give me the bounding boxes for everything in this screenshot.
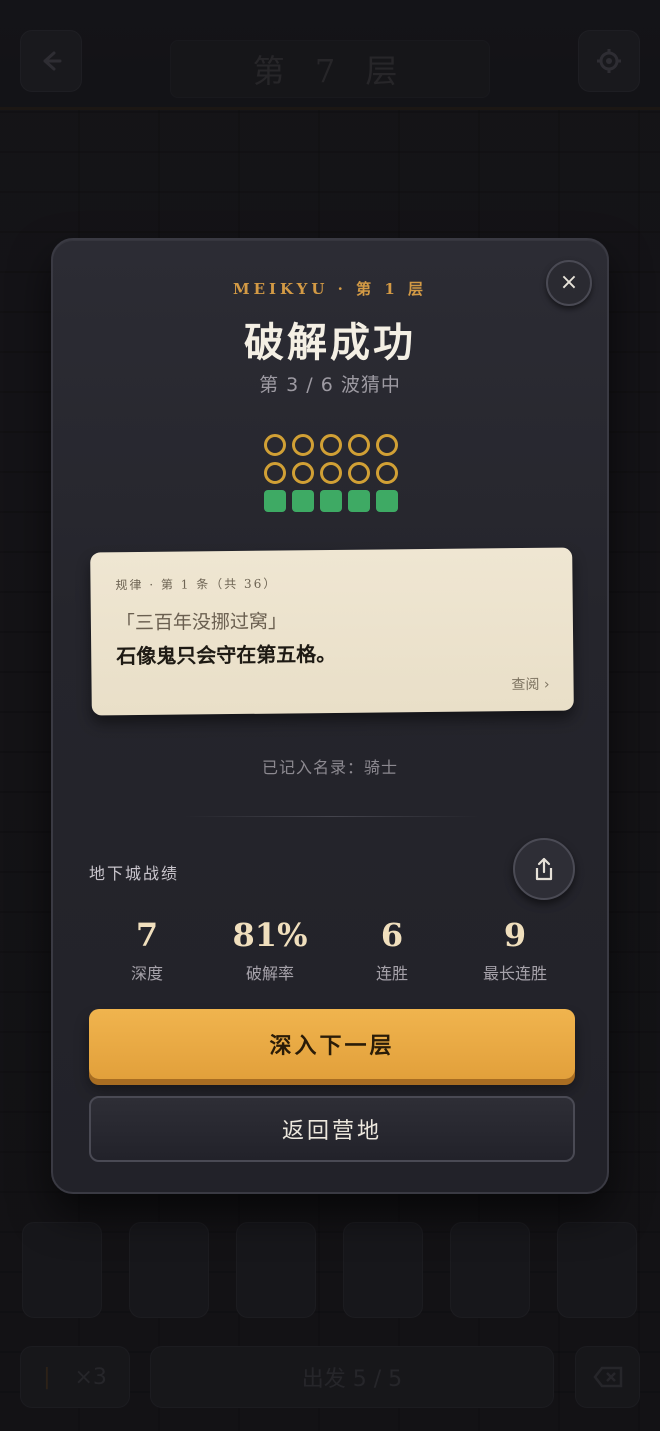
guess-cell-ring <box>320 434 342 456</box>
guess-cell-ring <box>376 462 398 484</box>
rule-body: 石像鬼只会守在第五格。 <box>116 641 337 669</box>
stat-solve-rate: 81% 破解率 <box>210 912 330 984</box>
guess-cell-ring <box>264 462 286 484</box>
rule-view-link[interactable]: 查阅 › <box>511 674 549 694</box>
stat-best-streak-label: 最长连胜 <box>482 964 547 983</box>
share-icon <box>535 857 553 881</box>
stat-streak: 6 连胜 <box>332 912 452 984</box>
guess-cell-ring <box>292 462 314 484</box>
stat-best-streak-value: 9 <box>503 916 527 954</box>
guess-cell-ring <box>320 462 342 484</box>
stat-solve-rate-value: 81% <box>232 916 308 954</box>
guess-cell-ring <box>264 434 286 456</box>
guess-cell-ring <box>348 434 370 456</box>
result-subtitle: 第 3 / 6 波猜中 <box>259 374 401 396</box>
stat-depth: 7 深度 <box>87 912 207 984</box>
guess-cell-correct <box>320 490 342 512</box>
guess-row <box>264 462 404 484</box>
stat-best-streak: 9 最长连胜 <box>455 912 575 984</box>
guess-grid <box>264 434 404 518</box>
divider <box>183 816 481 817</box>
stat-depth-value: 7 <box>135 916 159 954</box>
guess-cell-correct <box>292 490 314 512</box>
result-modal: × MEIKYU · 第 1 层 破解成功 第 3 / 6 波猜中 规律 · 第… <box>51 238 609 1194</box>
guess-cell-correct <box>348 490 370 512</box>
codex-record: 已记入名录：骑士 <box>261 758 398 777</box>
guess-cell-ring <box>376 434 398 456</box>
descend-next-floor-button[interactable]: 深入下一层 <box>89 1009 575 1079</box>
share-button[interactable] <box>513 838 575 900</box>
guess-cell-correct <box>264 490 286 512</box>
stat-depth-label: 深度 <box>130 964 163 983</box>
guess-row <box>264 434 404 456</box>
return-camp-button[interactable]: 返回营地 <box>89 1096 575 1162</box>
guess-row <box>264 490 404 512</box>
stat-streak-value: 6 <box>380 916 404 954</box>
rule-card[interactable]: 规律 · 第 1 条（共 36） 「三百年没挪过窝」 石像鬼只会守在第五格。 查… <box>90 547 574 716</box>
floor-eyebrow: MEIKYU · 第 1 层 <box>232 280 428 298</box>
result-title: 破解成功 <box>244 319 416 366</box>
stat-streak-label: 连胜 <box>375 964 408 983</box>
rule-meta: 规律 · 第 1 条（共 36） <box>115 576 278 593</box>
rule-quote: 「三百年没挪过窝」 <box>115 610 288 635</box>
stat-solve-rate-label: 破解率 <box>245 964 294 983</box>
guess-cell-correct <box>376 490 398 512</box>
guess-cell-ring <box>292 434 314 456</box>
guess-cell-ring <box>348 462 370 484</box>
stats-title: 地下城战绩 <box>89 864 180 883</box>
